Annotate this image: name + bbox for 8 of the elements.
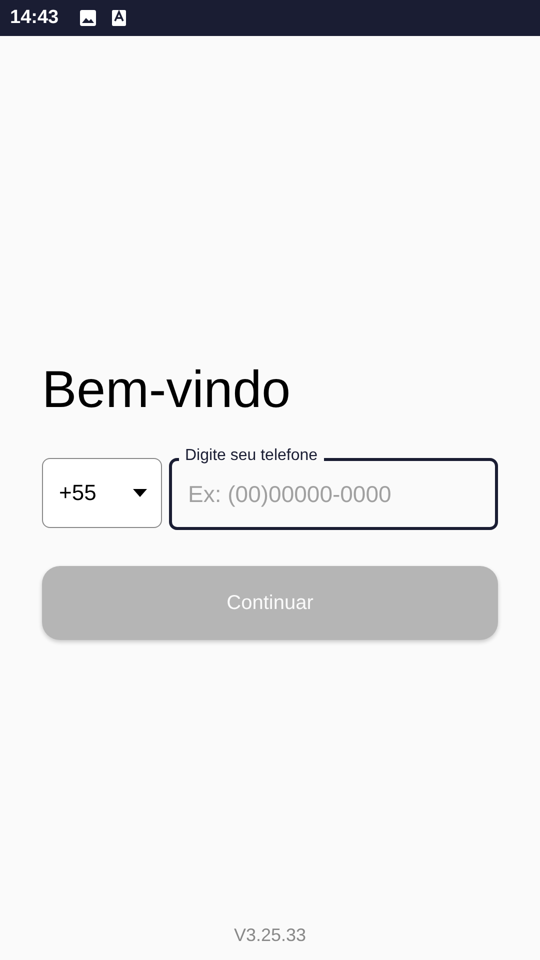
country-code-dropdown[interactable]: +55 (42, 458, 162, 528)
welcome-title: Bem-vindo (42, 360, 292, 420)
text-icon (110, 9, 127, 27)
image-icon (78, 9, 97, 27)
field-label: Digite seu telefone (179, 447, 324, 465)
status-time: 14:43 (10, 7, 59, 29)
version-label: V3.25.33 (232, 925, 308, 946)
caret-icon (133, 489, 147, 497)
